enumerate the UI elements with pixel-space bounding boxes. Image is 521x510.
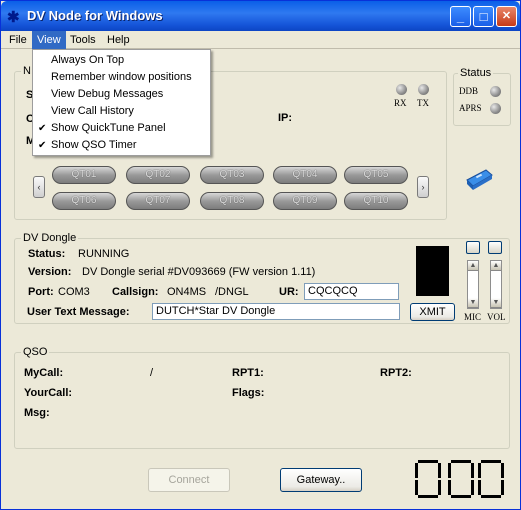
ur-label: UR: <box>279 286 299 298</box>
tx-label: TX <box>417 98 429 108</box>
checkmark-icon: ✔ <box>38 123 47 134</box>
mic-slider-down-icon[interactable]: ▼ <box>468 298 478 308</box>
mycall-label: MyCall: <box>24 367 64 379</box>
user-text-message-input[interactable]: DUTCH*Star DV Dongle <box>152 303 400 320</box>
mycall-separator: / <box>150 367 154 379</box>
status-group-legend: Status <box>458 67 494 79</box>
dongle-status-label: Status: <box>28 248 66 260</box>
menu-item-view-call-history[interactable]: View Call History <box>33 103 210 120</box>
mic-toggle[interactable] <box>466 241 480 254</box>
rx-label: RX <box>394 98 407 108</box>
qt08-button[interactable]: QT08 <box>200 192 264 210</box>
qt04-button[interactable]: QT04 <box>273 166 337 184</box>
dv-dongle-legend: DV Dongle <box>21 232 79 244</box>
xmit-button[interactable]: XMIT <box>410 303 455 321</box>
dongle-callsign-value: ON4MS <box>167 286 207 298</box>
dongle-callsign-suffix: /DNGL <box>215 286 249 298</box>
maximize-button[interactable]: □ <box>473 6 494 27</box>
close-button[interactable]: ✕ <box>496 6 517 27</box>
qt02-button[interactable]: QT02 <box>126 166 190 184</box>
qt05-button[interactable]: QT05 <box>344 166 408 184</box>
dongle-port-value: COM3 <box>58 286 90 298</box>
usb-dongle-icon <box>466 169 493 190</box>
dongle-status-value: RUNNING <box>78 248 130 260</box>
qt09-button[interactable]: QT09 <box>273 192 337 210</box>
vol-label: VOL <box>487 312 506 322</box>
menu-file[interactable]: File <box>4 31 32 49</box>
qt10-button[interactable]: QT10 <box>344 192 408 210</box>
qt06-button[interactable]: QT06 <box>52 192 116 210</box>
menu-item-label: Remember window positions <box>51 71 192 83</box>
checkmark-icon: ✔ <box>38 140 47 151</box>
ip-label: IP: <box>278 112 293 124</box>
aprs-label: APRS <box>459 103 482 113</box>
menu-item-label: View Debug Messages <box>51 88 164 100</box>
quicktune-left-arrow[interactable]: ‹ <box>33 176 45 198</box>
menu-bar: File View Tools Help <box>1 31 520 49</box>
main-window: ✱ DV Node for Windows _ □ ✕ File View To… <box>0 0 521 510</box>
gateway-button[interactable]: Gateway.. <box>280 468 362 492</box>
flags-label: Flags: <box>232 387 265 399</box>
menu-item-always-on-top[interactable]: Always On Top <box>33 52 210 69</box>
qt07-button[interactable]: QT07 <box>126 192 190 210</box>
menu-item-show-qso-timer[interactable]: ✔ Show QSO Timer <box>33 137 210 154</box>
menu-item-label: View Call History <box>51 105 134 117</box>
qso-legend: QSO <box>21 346 50 358</box>
vol-toggle[interactable] <box>488 241 502 254</box>
window-title: DV Node for Windows <box>27 8 163 23</box>
quicktune-right-arrow[interactable]: › <box>417 176 429 198</box>
status-group: Status <box>453 67 511 126</box>
menu-item-remember-window-positions[interactable]: Remember window positions <box>33 69 210 86</box>
qt01-button[interactable]: QT01 <box>52 166 116 184</box>
dongle-version-label: Version: <box>28 266 72 278</box>
dongle-callsign-label: Callsign: <box>112 286 159 298</box>
menu-view[interactable]: View <box>32 31 66 49</box>
view-menu-dropdown: Always On Top Remember window positions … <box>32 49 211 156</box>
menu-item-show-quicktune-panel[interactable]: ✔ Show QuickTune Panel <box>33 120 210 137</box>
menu-item-view-debug-messages[interactable]: View Debug Messages <box>33 86 210 103</box>
timer-digit-1 <box>415 460 441 498</box>
audio-level-display <box>416 246 449 296</box>
msg-label: Msg: <box>24 407 50 419</box>
menu-item-label: Show QSO Timer <box>51 139 137 151</box>
connect-button[interactable]: Connect <box>148 468 230 492</box>
rx-led-icon <box>396 84 407 95</box>
menu-help[interactable]: Help <box>102 31 135 49</box>
vol-slider[interactable]: ▲ ▼ <box>490 260 502 309</box>
vol-slider-down-icon[interactable]: ▼ <box>491 298 501 308</box>
menu-item-label: Always On Top <box>51 54 125 66</box>
minimize-button[interactable]: _ <box>450 6 471 27</box>
aprs-led-icon <box>490 103 501 114</box>
menu-tools[interactable]: Tools <box>65 31 101 49</box>
user-text-message-label: User Text Message: <box>27 306 130 318</box>
vol-slider-up-icon[interactable]: ▲ <box>491 261 501 271</box>
yourcall-label: YourCall: <box>24 387 73 399</box>
ddb-label: DDB <box>459 86 479 96</box>
rpt2-label: RPT2: <box>380 367 412 379</box>
qt03-button[interactable]: QT03 <box>200 166 264 184</box>
mic-slider-up-icon[interactable]: ▲ <box>468 261 478 271</box>
menu-item-label: Show QuickTune Panel <box>51 122 166 134</box>
ddb-led-icon <box>490 86 501 97</box>
dongle-port-label: Port: <box>28 286 54 298</box>
ur-input[interactable]: CQCQCQ <box>304 283 399 300</box>
timer-digit-2 <box>448 460 474 498</box>
app-star-icon: ✱ <box>7 9 20 26</box>
mic-slider[interactable]: ▲ ▼ <box>467 260 479 309</box>
mic-label: MIC <box>464 312 482 322</box>
timer-digit-3 <box>478 460 504 498</box>
tx-led-icon <box>418 84 429 95</box>
qso-timer-display: 000 <box>415 460 507 500</box>
dongle-version-value: DV Dongle serial #DV093669 (FW version 1… <box>82 266 316 278</box>
rpt1-label: RPT1: <box>232 367 264 379</box>
title-bar[interactable]: ✱ DV Node for Windows _ □ ✕ <box>1 1 520 31</box>
